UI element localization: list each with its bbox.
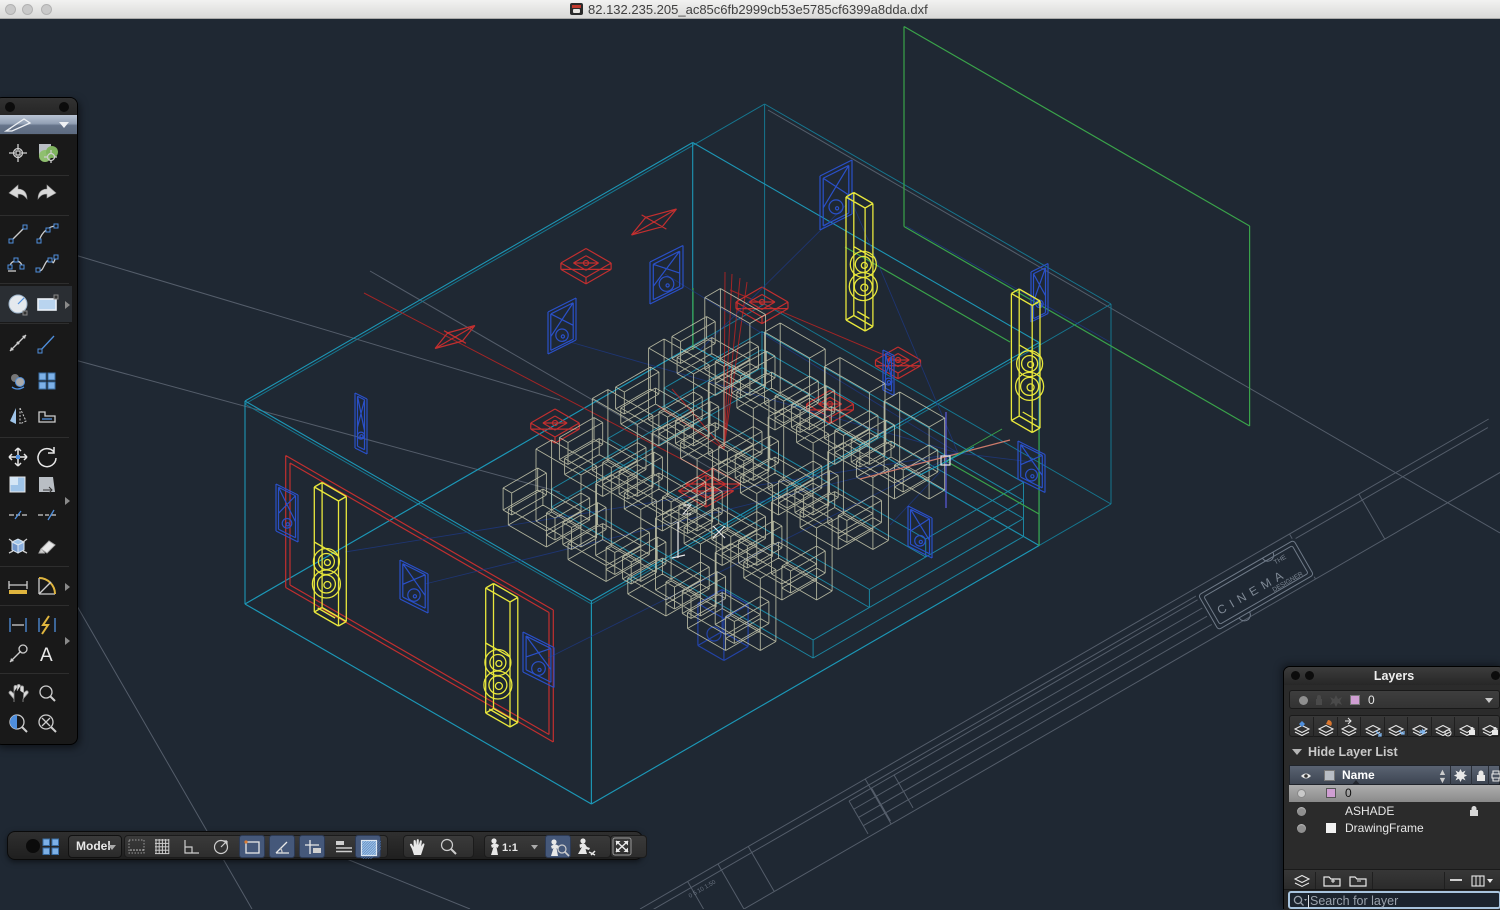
svg-text:A: A — [40, 645, 53, 666]
svg-text:1:1: 1:1 — [502, 842, 518, 854]
